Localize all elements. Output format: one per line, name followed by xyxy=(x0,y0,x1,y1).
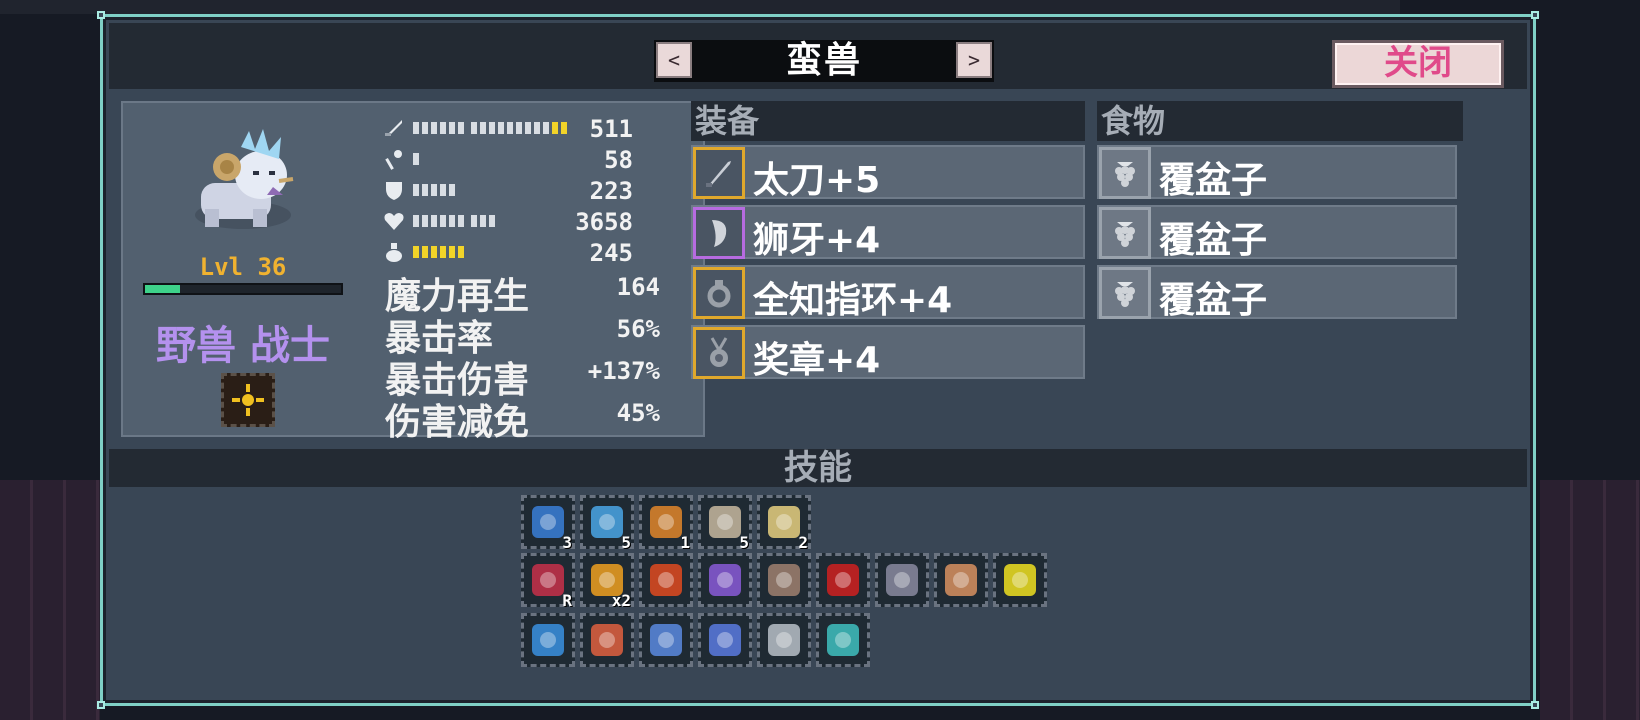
beast-portrait-icon xyxy=(183,123,303,243)
title-bar: < 蛮兽 > xyxy=(109,23,1527,89)
secondary-stat-value: 164 xyxy=(616,273,660,301)
heart-shield-skill-icon[interactable] xyxy=(816,613,870,667)
panel-corner xyxy=(1531,701,1539,709)
skill-level-count: 1 xyxy=(680,533,690,552)
food-slot-label: 覆盆子 xyxy=(1159,220,1268,261)
background-wall-left xyxy=(0,480,100,720)
hero-details-panel: < 蛮兽 > 关闭 Lvl 36 野兽 战士 511 58 223 3658 2… xyxy=(97,11,1539,709)
skill-level-count: 2 xyxy=(798,533,808,552)
raspberry-icon xyxy=(1099,147,1151,199)
wizard-hat-skill-icon[interactable] xyxy=(993,553,1047,607)
stat-bar xyxy=(413,153,419,165)
equipment-slot-label: 奖章+4 xyxy=(753,340,881,381)
prev-hero-button[interactable]: < xyxy=(656,42,692,78)
spark-skill-icon[interactable]: 2 xyxy=(757,495,811,552)
panel-corner xyxy=(1531,11,1539,19)
secondary-stat-value: 56% xyxy=(616,315,660,343)
stat-value: 3658 xyxy=(575,208,633,236)
mana-potion-icon xyxy=(381,239,407,265)
potion-shield-skill-icon[interactable] xyxy=(698,553,752,607)
equipment-slot-label: 全知指环+4 xyxy=(753,280,953,321)
heart-icon xyxy=(381,208,407,234)
next-hero-button[interactable]: > xyxy=(956,42,992,78)
fist-skill-icon[interactable] xyxy=(639,613,693,667)
stat-bar xyxy=(413,184,455,196)
hero-stats-card: Lvl 36 野兽 战士 511 58 223 3658 245 魔力再生 164 暴击率 5… xyxy=(121,101,705,443)
experience-bar xyxy=(143,283,343,295)
secondary-stat-row: 伤害减免 45% xyxy=(385,393,660,443)
food-slot[interactable]: 覆盆子 xyxy=(1097,145,1457,201)
hero-selector: < 蛮兽 > xyxy=(654,40,994,82)
panel-corner xyxy=(97,701,105,709)
hero-name-title: 蛮兽 xyxy=(785,40,862,81)
arrow-up-skill-icon[interactable]: R xyxy=(521,553,575,610)
equipment-slot[interactable]: 奖章+4 xyxy=(691,325,1085,381)
panel-corner xyxy=(97,11,105,19)
equipment-slot-label: 太刀+5 xyxy=(753,160,881,201)
raspberry-icon xyxy=(1099,207,1151,259)
stat-row xyxy=(381,146,419,172)
food-slot[interactable]: 覆盆子 xyxy=(1097,265,1457,321)
hero-level: Lvl 36 xyxy=(199,253,287,281)
raspberry-icon xyxy=(1099,267,1151,319)
question-skill-icon[interactable] xyxy=(521,613,575,667)
skill-level-count: 3 xyxy=(562,533,572,552)
equipment-slot[interactable]: 全知指环+4 xyxy=(691,265,1085,321)
feather-skill-icon[interactable] xyxy=(698,613,752,667)
stat-row xyxy=(381,239,464,265)
secondary-stat-value: 45% xyxy=(616,399,660,427)
food-slot[interactable]: 覆盆子 xyxy=(1097,205,1457,261)
stat-value: 245 xyxy=(589,239,633,267)
equipment-slot[interactable]: 狮牙+4 xyxy=(691,205,1085,261)
secondary-stat-row: 暴击伤害 +137% xyxy=(385,351,660,401)
secondary-stat-row: 魔力再生 164 xyxy=(385,267,660,317)
skill-level-count: R xyxy=(562,591,572,610)
beast-face-skill-icon[interactable] xyxy=(757,553,811,607)
gear-fire-skill-icon[interactable] xyxy=(639,553,693,607)
close-button[interactable]: 关闭 xyxy=(1332,40,1504,88)
skill-level-count: 5 xyxy=(621,533,631,552)
equipment-slot-label: 狮牙+4 xyxy=(753,220,881,261)
skill-level-count: 5 xyxy=(739,533,749,552)
wand-icon xyxy=(381,146,407,172)
growth-skill-icon[interactable]: x2 xyxy=(580,553,634,610)
class-emblem-icon[interactable] xyxy=(221,373,275,427)
stat-bar xyxy=(413,246,464,258)
experience-bar-fill xyxy=(145,285,181,293)
wind-dash-skill-icon[interactable]: 5 xyxy=(698,495,752,552)
food-header: 食物 xyxy=(1097,101,1463,141)
skills-header: 技能 xyxy=(109,449,1527,487)
spirit-face-skill-icon[interactable]: 5 xyxy=(580,495,634,552)
background-ceiling xyxy=(0,0,1400,14)
skill-level-count: x2 xyxy=(611,591,631,610)
background-wall-right xyxy=(1540,480,1640,720)
fang-icon xyxy=(693,207,745,259)
katana-icon xyxy=(693,147,745,199)
magnifier-skill-icon[interactable] xyxy=(875,553,929,607)
food-slot-label: 覆盆子 xyxy=(1159,160,1268,201)
stat-value: 58 xyxy=(604,146,633,174)
stat-row xyxy=(381,177,455,203)
timer-skill-icon[interactable] xyxy=(757,613,811,667)
chain-slash-skill-icon[interactable]: 3 xyxy=(521,495,575,552)
stat-value: 223 xyxy=(589,177,633,205)
sword-icon xyxy=(381,115,407,141)
medal-icon xyxy=(693,327,745,379)
secondary-stat-value: +137% xyxy=(587,357,660,385)
muscle-skill-icon[interactable] xyxy=(934,553,988,607)
equipment-header: 装备 xyxy=(691,101,1085,141)
stat-value: 511 xyxy=(589,115,633,143)
hero-class: 野兽 战士 xyxy=(156,323,330,369)
ring-icon xyxy=(693,267,745,319)
burst-skill-icon[interactable]: 1 xyxy=(639,495,693,552)
secondary-stat-label: 伤害减免 xyxy=(385,402,530,443)
food-slot-label: 覆盆子 xyxy=(1159,280,1268,321)
flame-crest-skill-icon[interactable] xyxy=(580,613,634,667)
equipment-slot[interactable]: 太刀+5 xyxy=(691,145,1085,201)
shield-icon xyxy=(381,177,407,203)
secondary-stat-row: 暴击率 56% xyxy=(385,309,660,359)
shadow-skill-icon[interactable] xyxy=(816,553,870,607)
